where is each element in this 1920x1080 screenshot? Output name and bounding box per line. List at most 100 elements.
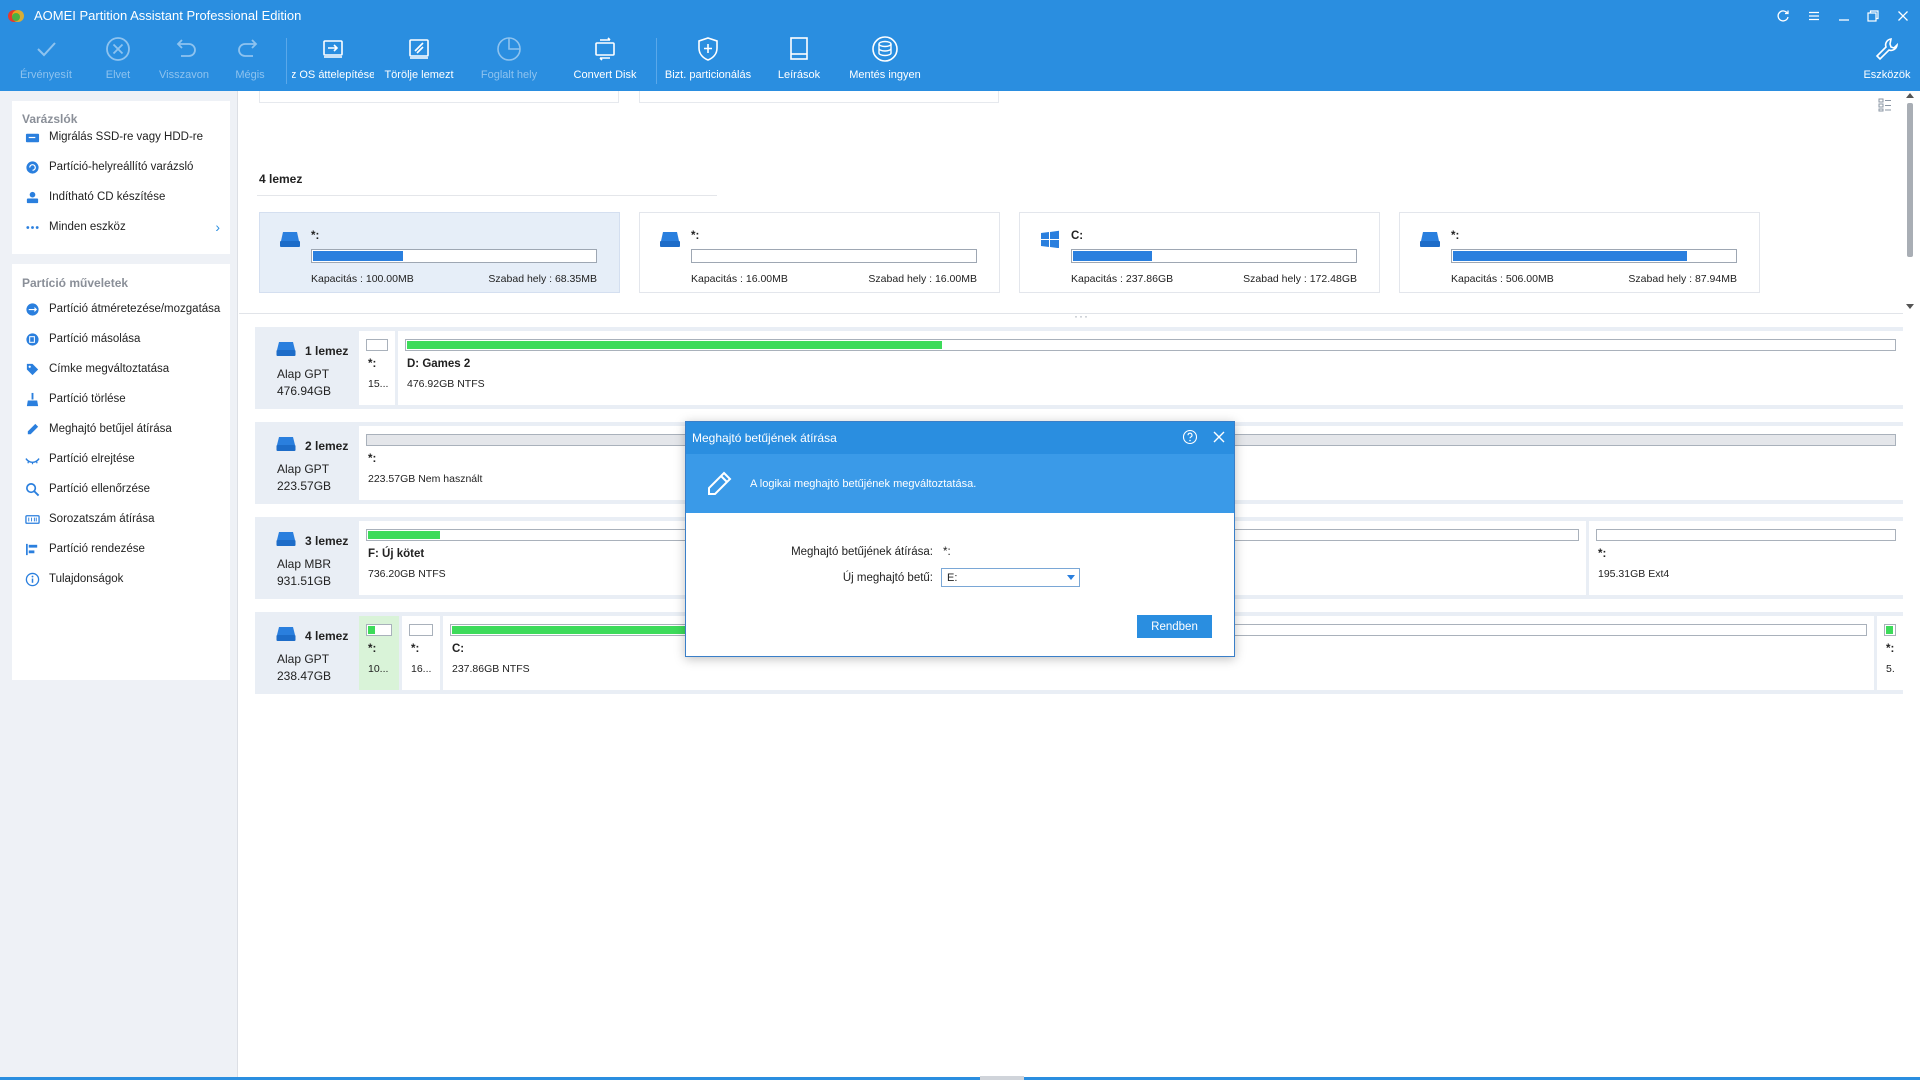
partition-block[interactable]: *: 16... — [402, 616, 440, 690]
partition-card[interactable]: C: Kapacitás : 237.86GB Szabad hely : 17… — [1019, 212, 1380, 293]
copy-icon — [24, 331, 40, 347]
partition-name: *: — [1451, 230, 1460, 242]
new-letter-dropdown[interactable]: E: — [941, 568, 1080, 587]
windows-icon — [1041, 230, 1059, 248]
partition-desc: 16... — [411, 663, 432, 675]
wrench-icon — [1872, 34, 1902, 64]
free-backup-label: Mentés ingyen — [849, 69, 921, 81]
redo-button[interactable]: Mégis — [229, 32, 271, 90]
sidebar-item-label: Partíció ellenőrzése — [49, 483, 150, 495]
partition-desc: 15... — [368, 378, 389, 390]
app-title: AOMEI Partition Assistant Professional E… — [34, 8, 302, 23]
partition-desc: 736.20GB NTFS — [368, 568, 446, 580]
disk-name: 1 lemez — [305, 344, 349, 358]
refresh-icon[interactable] — [1773, 6, 1793, 26]
dialog-close-icon[interactable] — [1212, 430, 1226, 444]
apply-button[interactable]: Érvényesít — [18, 32, 74, 90]
sidebar-item-change-drive-letter[interactable]: Meghajtó betűjel átírása — [12, 415, 230, 443]
partition-block-selected[interactable]: *: 10... — [359, 616, 399, 690]
sidebar-item-resize-move[interactable]: Partíció átméretezése/mozgatása — [12, 295, 230, 323]
capacity-text: Kapacitás : 16.00MB — [691, 273, 788, 285]
resize-icon — [24, 301, 40, 317]
partition-name: C: — [1071, 230, 1084, 242]
redo-arrow-icon — [235, 34, 265, 64]
partition-fill — [407, 341, 942, 349]
secure-partition-button[interactable]: Bizt. particionálás — [664, 32, 752, 90]
card-stub — [639, 91, 999, 103]
vertical-scrollbar[interactable] — [1904, 91, 1916, 311]
free-backup-button[interactable]: Mentés ingyen — [848, 32, 922, 90]
partition-card[interactable]: *: Kapacitás : 100.00MB Szabad hely : 68… — [259, 212, 620, 293]
sidebar-item-change-serial[interactable]: Sorozatszám átírása — [12, 505, 230, 533]
card-stub — [259, 91, 619, 103]
partition-bar — [1596, 529, 1896, 541]
align-icon — [24, 541, 40, 557]
top-bar: AOMEI Partition Assistant Professional E… — [0, 0, 1920, 91]
splitter-handle[interactable]: ··· — [1074, 309, 1089, 323]
partition-name: *: — [311, 230, 320, 242]
menu-icon[interactable] — [1804, 6, 1824, 26]
wizards-panel: Varázslók Migrálás SSD-re vagy HDD-re Pa… — [12, 101, 230, 254]
sidebar-item-label: Minden eszköz — [49, 221, 126, 233]
os-migrate-icon — [318, 34, 348, 64]
partition-card[interactable]: *: Kapacitás : 16.00MB Szabad hely : 16.… — [639, 212, 1000, 293]
convert-disk-button[interactable]: Convert Disk — [572, 32, 638, 90]
sidebar-item-all-tools[interactable]: Minden eszköz › — [12, 213, 230, 241]
disk-row-1[interactable]: 1 lemez Alap GPT 476.94GB *: 15... D: Ga… — [255, 327, 1903, 409]
sidebar-item-properties[interactable]: Tulajdonságok — [12, 565, 230, 593]
sidebar-item-label: Partíció elrejtése — [49, 453, 135, 465]
section-divider — [257, 195, 717, 196]
app-logo-icon — [8, 10, 24, 22]
partition-block[interactable]: *: 195.31GB Ext4 — [1589, 521, 1903, 595]
help-icon[interactable] — [1182, 429, 1198, 445]
partition-block[interactable]: D: Games 2 476.92GB NTFS — [398, 331, 1903, 405]
free-space-text: Szabad hely : 87.94MB — [1628, 273, 1737, 285]
discard-button[interactable]: Elvet — [96, 32, 140, 90]
dialog-title: Meghajtó betűjének átírása — [692, 431, 837, 445]
capacity-text: Kapacitás : 237.86GB — [1071, 273, 1174, 285]
undo-arrow-icon — [169, 34, 199, 64]
undo-button[interactable]: Visszavon — [156, 32, 212, 90]
disk-type: Alap GPT — [277, 652, 330, 666]
backup-database-icon — [870, 34, 900, 64]
sidebar-item-migrate-os[interactable]: Migrálás SSD-re vagy HDD-re — [12, 123, 230, 151]
os-migrate-button[interactable]: z OS áttelepítése — [292, 32, 374, 90]
sidebar-item-align-partition[interactable]: Partíció rendezése — [12, 535, 230, 563]
disk-name: 4 lemez — [305, 629, 349, 643]
restore-icon[interactable] — [1863, 6, 1883, 26]
sidebar-item-check-partition[interactable]: Partíció ellenőrzése — [12, 475, 230, 503]
sidebar-item-bootable-cd[interactable]: Indítható CD készítése — [12, 183, 230, 211]
check-magnifier-icon — [24, 481, 40, 497]
pie-chart-icon — [494, 34, 524, 64]
drive-icon — [276, 437, 296, 451]
close-icon[interactable] — [1893, 6, 1913, 26]
disk-type: Alap GPT — [277, 462, 330, 476]
tools-button[interactable]: Eszközök — [1862, 32, 1912, 90]
tools-label: Eszközök — [1863, 69, 1911, 81]
ok-button[interactable]: Rendben — [1137, 615, 1212, 638]
new-letter-label: Új meghajtó betű: — [842, 572, 933, 584]
sidebar-item-change-label[interactable]: Címke megváltoztatása — [12, 355, 230, 383]
sidebar-item-copy-partition[interactable]: Partíció másolása — [12, 325, 230, 353]
allocate-space-button[interactable]: Foglalt hely — [478, 32, 540, 90]
usage-fill — [1453, 251, 1687, 261]
partition-label: *: — [1598, 548, 1607, 560]
partition-label: *: — [1886, 643, 1895, 655]
minimize-icon[interactable] — [1834, 6, 1854, 26]
operations-panel: Partíció műveletek Partíció átméretezése… — [12, 264, 230, 680]
disk-type: Alap GPT — [277, 367, 330, 381]
disk-name: 3 lemez — [305, 534, 349, 548]
free-space-text: Szabad hely : 68.35MB — [488, 273, 597, 285]
wipe-disk-button[interactable]: Törölje lemezt — [382, 32, 456, 90]
sidebar-item-hide-partition[interactable]: Partíció elrejtése — [12, 445, 230, 473]
undo-label: Visszavon — [159, 69, 209, 81]
recovery-icon — [24, 159, 40, 175]
sidebar-item-delete-partition[interactable]: Partíció törlése — [12, 385, 230, 413]
wipe-disk-icon — [404, 34, 434, 64]
partition-card[interactable]: *: Kapacitás : 506.00MB Szabad hely : 87… — [1399, 212, 1760, 293]
sidebar-item-partition-recovery[interactable]: Partíció-helyreállító varázsló — [12, 153, 230, 181]
view-toggle-icon[interactable] — [1877, 97, 1893, 113]
tutorials-button[interactable]: Leírások — [773, 32, 825, 90]
partition-block[interactable]: *: 15... — [359, 331, 395, 405]
partition-block[interactable]: *: 5. — [1877, 616, 1903, 690]
